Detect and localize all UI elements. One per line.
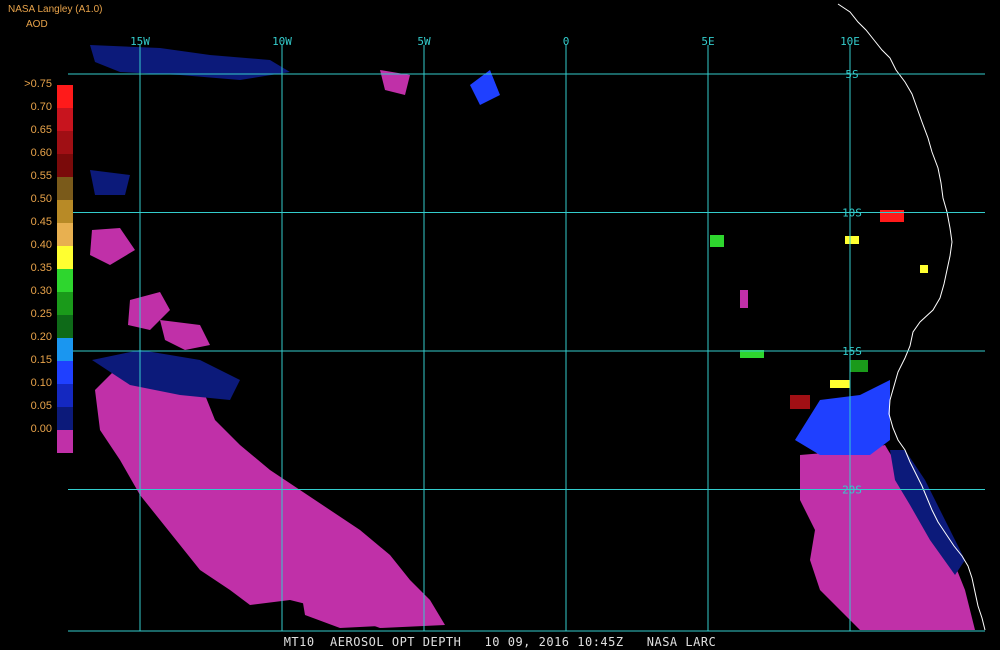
longitude-label: 5W — [417, 35, 431, 48]
aerosol-cell — [710, 235, 724, 247]
legend-swatch — [57, 361, 73, 384]
aod-map: 15W 10W 5W 0 5E 10E 5S 10S 15S 20S — [0, 0, 1000, 650]
aerosol-cell — [920, 265, 928, 273]
legend-label: 0.70 — [30, 101, 52, 113]
variable-label: AOD — [26, 19, 48, 30]
legend-swatch — [57, 315, 73, 338]
legend-label: 0.05 — [30, 400, 52, 412]
legend-label: 0.50 — [30, 193, 52, 205]
legend-swatch — [57, 85, 73, 108]
legend-swatch — [57, 223, 73, 246]
legend-swatch — [57, 177, 73, 200]
legend-label: 0.45 — [30, 216, 52, 228]
latitude-label: 5S — [845, 68, 858, 81]
latitude-label: 20S — [842, 484, 862, 497]
product-title: NASA Langley (A1.0) — [8, 4, 103, 15]
legend-swatch — [57, 108, 73, 131]
color-legend: >0.75 0.70 0.65 0.60 0.55 0.50 0.45 0.40 0.35 0.3… — [0, 78, 80, 453]
map-caption: MT10 AEROSOL OPT DEPTH 10 09, 2016 10:45… — [283, 635, 717, 649]
legend-label: 0.15 — [30, 354, 52, 366]
aerosol-cell — [830, 380, 850, 388]
legend-label: 0.00 — [30, 423, 52, 435]
legend-label: 0.65 — [30, 124, 52, 136]
legend-label: 0.30 — [30, 285, 52, 297]
latitude-label: 10S — [842, 207, 862, 220]
longitude-label: 15W — [130, 35, 150, 48]
aerosol-cell — [740, 290, 748, 308]
longitude-label: 0 — [563, 35, 570, 48]
legend-swatch — [57, 407, 73, 430]
aerosol-cell — [845, 236, 859, 244]
legend-swatch — [57, 131, 73, 154]
legend-label: 0.20 — [30, 331, 52, 343]
legend-label: 0.60 — [30, 147, 52, 159]
legend-label: 0.40 — [30, 239, 52, 251]
latitude-label: 15S — [842, 345, 862, 358]
legend-swatch — [57, 430, 73, 453]
legend-swatch — [57, 246, 73, 269]
longitude-label: 10W — [272, 35, 292, 48]
legend-swatch — [57, 292, 73, 315]
legend-label: 0.10 — [30, 377, 52, 389]
legend-swatch — [57, 154, 73, 177]
legend-label: 0.35 — [30, 262, 52, 274]
longitude-label: 10E — [840, 35, 860, 48]
legend-label: 0.25 — [30, 308, 52, 320]
legend-label: 0.55 — [30, 170, 52, 182]
aerosol-cell — [790, 395, 810, 409]
legend-swatch — [57, 384, 73, 407]
legend-swatch — [57, 269, 73, 292]
aerosol-cell — [880, 210, 904, 222]
legend-swatch — [57, 338, 73, 361]
aerosol-cell — [850, 360, 868, 372]
longitude-label: 5E — [701, 35, 714, 48]
legend-label: >0.75 — [24, 78, 52, 90]
legend-swatch — [57, 200, 73, 223]
